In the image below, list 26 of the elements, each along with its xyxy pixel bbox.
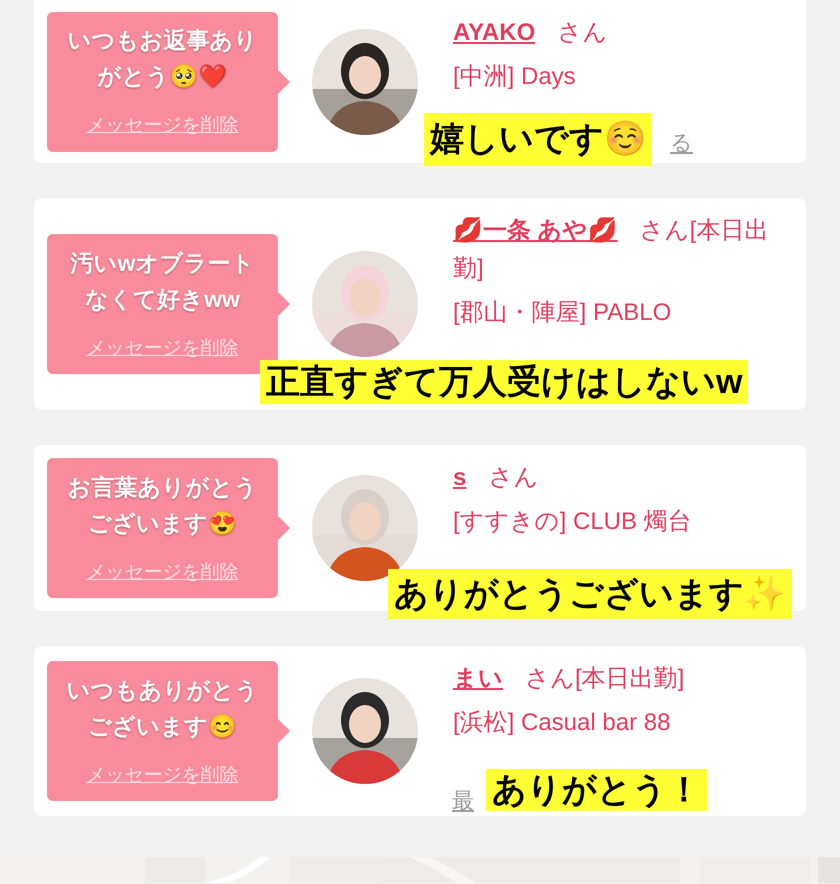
name-line: AYAKO さん — [453, 18, 608, 48]
link-text[interactable]: 最 — [452, 784, 474, 817]
caption-overlay: ありがとう！ — [486, 769, 707, 811]
shop-label: [すすきの] CLUB 燭台 — [453, 507, 693, 537]
name-link[interactable]: s — [453, 464, 466, 491]
name-line: 💋一条 あや💋 さん[本日出勤] — [453, 216, 770, 284]
shop-label: [浜松] Casual bar 88 — [453, 708, 672, 738]
message-text: 汚いwオブラートなくて好きww — [69, 248, 256, 314]
caption-overlay: ありがとうございます✨ — [388, 569, 792, 619]
delete-message-link[interactable]: メッセージを削除 — [86, 334, 238, 364]
name-link[interactable]: AYAKO — [453, 19, 536, 46]
name-line: まい さん[本日出勤] — [453, 664, 686, 694]
delete-message-link[interactable]: メッセージを削除 — [86, 112, 238, 141]
message-text: いつもお返事ありがとう🥺❤ — [66, 26, 258, 92]
caption-overlay: 嬉しいです☺ — [424, 113, 652, 166]
name-line: s さん — [453, 463, 540, 493]
message-text: お言葉ありがとうございます😍 — [66, 472, 258, 538]
shop-label: [中洲] Days — [453, 62, 577, 92]
link-text[interactable]: る — [670, 126, 693, 159]
delete-message-link[interactable]: メッセージを削除 — [86, 762, 238, 790]
message-text: いつもありがとうございます😊 — [66, 676, 260, 741]
caption-overlay: 正直すぎて万人受けはしないw — [260, 360, 748, 404]
name-link[interactable]: 💋一条 あや💋 — [453, 217, 618, 244]
name-link[interactable]: まい — [453, 665, 503, 692]
delete-message-link[interactable]: メッセージを削除 — [86, 558, 238, 588]
shop-label: [郡山・陣屋] PABLO — [453, 298, 672, 328]
